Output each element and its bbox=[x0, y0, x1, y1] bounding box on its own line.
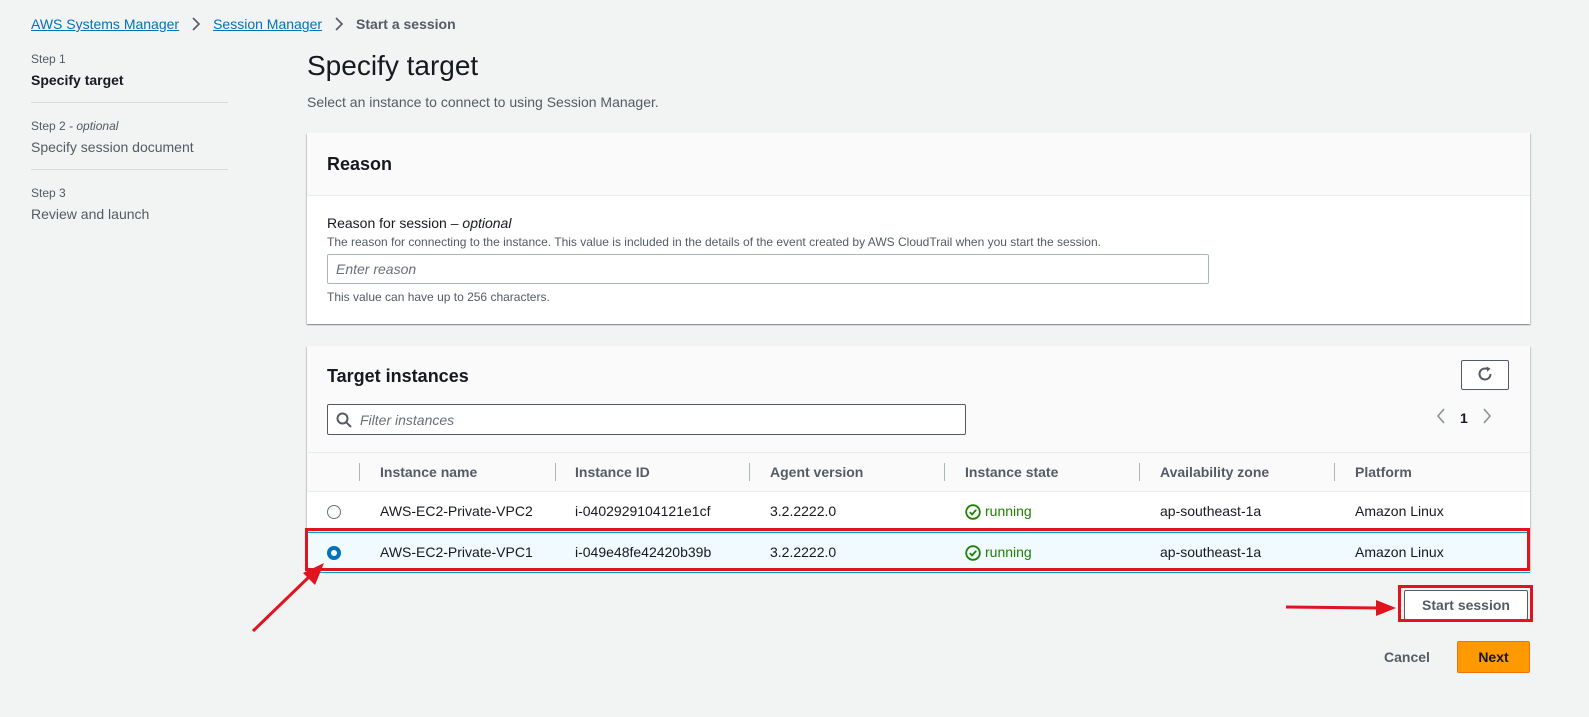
reason-field-description: The reason for connecting to the instanc… bbox=[327, 235, 1101, 249]
breadcrumb: AWS Systems Manager Session Manager Star… bbox=[31, 16, 456, 32]
cell-availability-zone: ap-southeast-1a bbox=[1160, 544, 1262, 560]
breadcrumb-session-manager[interactable]: Session Manager bbox=[213, 16, 322, 32]
cell-instance-name: AWS-EC2-Private-VPC2 bbox=[380, 503, 533, 519]
cell-instance-name: AWS-EC2-Private-VPC1 bbox=[380, 544, 533, 560]
filter-instances-field[interactable] bbox=[327, 404, 966, 435]
cell-instance-state: running bbox=[965, 492, 1032, 531]
reason-panel-header: Reason bbox=[307, 133, 1530, 196]
wizard-step-1: Step 1 Specify target bbox=[31, 52, 228, 103]
cell-instance-id: i-0402929104121e1cf bbox=[575, 503, 711, 519]
check-circle-icon bbox=[965, 503, 981, 520]
target-instances-heading: Target instances bbox=[327, 366, 469, 386]
reason-heading: Reason bbox=[327, 153, 393, 174]
step-title: Review and launch bbox=[31, 206, 150, 222]
wizard-steps: Step 1 Specify target Step 2 - optional … bbox=[31, 52, 228, 252]
page-title: Specify target bbox=[307, 50, 479, 81]
column-header-instance-state[interactable]: Instance state bbox=[965, 453, 1058, 491]
cell-platform: Amazon Linux bbox=[1355, 503, 1444, 519]
state-text: running bbox=[985, 503, 1032, 519]
step-title: Specify session document bbox=[31, 139, 194, 155]
cell-platform: Amazon Linux bbox=[1355, 544, 1444, 560]
page-number[interactable]: 1 bbox=[1460, 410, 1468, 426]
annotation-arrow-to-start-session bbox=[1285, 600, 1396, 616]
search-icon bbox=[336, 412, 352, 428]
annotation-arrow-to-row bbox=[251, 563, 324, 633]
reason-field-hint: This value can have up to 256 characters… bbox=[327, 290, 550, 304]
column-header-platform[interactable]: Platform bbox=[1355, 453, 1412, 491]
cell-instance-id: i-049e48fe42420b39b bbox=[575, 544, 712, 560]
instances-table: Instance name Instance ID Agent version … bbox=[307, 452, 1530, 573]
row-radio-button[interactable] bbox=[327, 546, 341, 560]
filter-instances-input[interactable] bbox=[358, 410, 942, 429]
column-header-agent-version[interactable]: Agent version bbox=[770, 453, 863, 491]
column-header-instance-id[interactable]: Instance ID bbox=[575, 453, 650, 491]
reason-panel: Reason Reason for session – optional The… bbox=[307, 133, 1530, 324]
breadcrumb-current: Start a session bbox=[356, 16, 456, 32]
chevron-right-icon bbox=[191, 17, 201, 31]
cell-instance-state: running bbox=[965, 533, 1032, 572]
wizard-step-2[interactable]: Step 2 - optional Specify session docume… bbox=[31, 119, 228, 170]
breadcrumb-systems-manager[interactable]: AWS Systems Manager bbox=[31, 16, 179, 32]
column-header-instance-name[interactable]: Instance name bbox=[380, 453, 477, 491]
cell-agent-version: 3.2.2222.0 bbox=[770, 503, 837, 519]
cell-availability-zone: ap-southeast-1a bbox=[1160, 503, 1262, 519]
table-row-selected[interactable]: AWS-EC2-Private-VPC1 i-049e48fe42420b39b… bbox=[307, 532, 1530, 573]
step-number: Step 2 - optional bbox=[31, 119, 119, 133]
chevron-right-icon[interactable] bbox=[1482, 408, 1492, 427]
state-text: running bbox=[985, 544, 1032, 560]
step-number: Step 1 bbox=[31, 52, 66, 66]
cancel-button[interactable]: Cancel bbox=[1370, 641, 1444, 673]
chevron-left-icon[interactable] bbox=[1436, 408, 1446, 427]
wizard-step-3[interactable]: Step 3 Review and launch bbox=[31, 186, 228, 236]
start-session-button[interactable]: Start session bbox=[1404, 590, 1528, 620]
pagination: 1 bbox=[1436, 408, 1492, 427]
reason-field-label: Reason for session – optional bbox=[327, 215, 512, 231]
step-number: Step 3 bbox=[31, 186, 66, 200]
step-title: Specify target bbox=[31, 72, 124, 88]
refresh-button[interactable] bbox=[1461, 360, 1509, 390]
refresh-icon bbox=[1476, 365, 1494, 386]
table-header: Instance name Instance ID Agent version … bbox=[307, 452, 1530, 492]
check-circle-icon bbox=[965, 544, 981, 561]
reason-input[interactable] bbox=[327, 254, 1209, 284]
table-row[interactable]: AWS-EC2-Private-VPC2 i-0402929104121e1cf… bbox=[307, 492, 1530, 532]
next-button[interactable]: Next bbox=[1457, 641, 1530, 673]
cell-agent-version: 3.2.2222.0 bbox=[770, 544, 837, 560]
column-header-availability-zone[interactable]: Availability zone bbox=[1160, 453, 1269, 491]
target-instances-panel: Target instances 1 Instance name Instanc… bbox=[307, 346, 1530, 573]
step-optional: - optional bbox=[69, 119, 119, 133]
row-radio-button[interactable] bbox=[327, 505, 341, 519]
chevron-right-icon bbox=[334, 17, 344, 31]
page-description: Select an instance to connect to using S… bbox=[307, 94, 659, 110]
